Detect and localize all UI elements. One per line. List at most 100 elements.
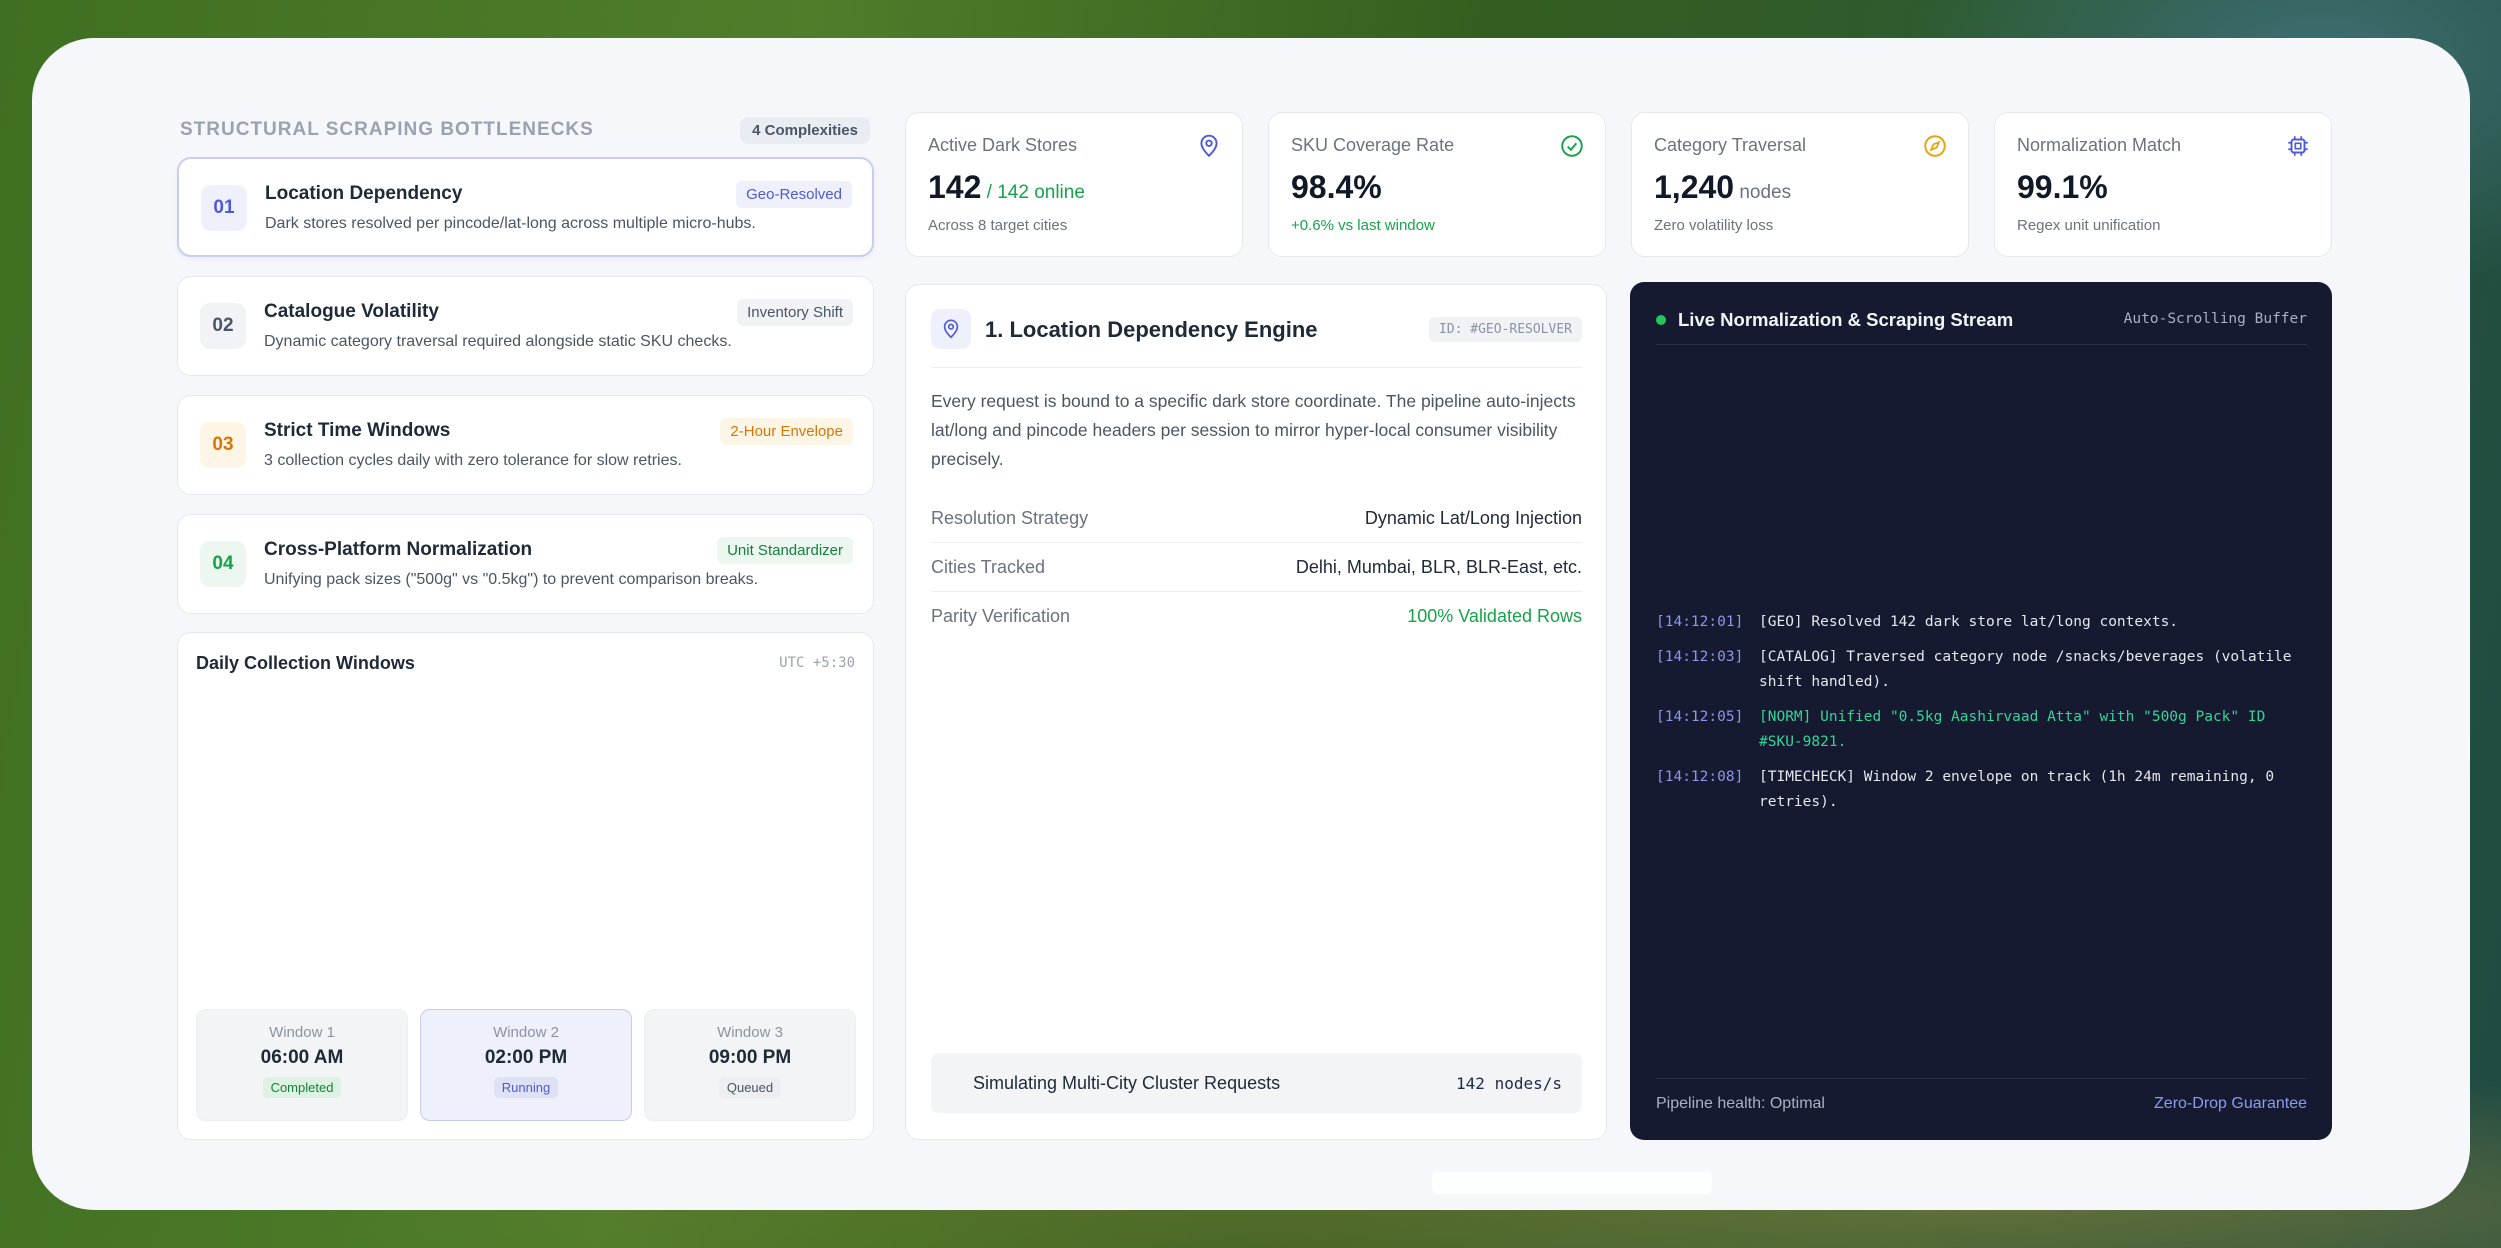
divider [1656, 344, 2307, 345]
window-label: Window 3 [717, 1024, 783, 1041]
stat-card-sku-coverage: SKU Coverage Rate 98.4% +0.6% vs last wi… [1268, 112, 1606, 257]
stream-buffer-label: Auto-Scrolling Buffer [2123, 311, 2307, 327]
daily-collection-title: Daily Collection Windows [196, 653, 415, 673]
log-list[interactable]: [14:12:01] [GEO] Resolved 142 dark store… [1656, 610, 2306, 825]
scraping-stream-panel: Live Normalization & Scraping Stream Aut… [1630, 282, 2332, 1140]
window-time: 09:00 PM [708, 1047, 792, 1068]
log-message: [GEO] Resolved 142 dark store lat/long c… [1759, 614, 2179, 630]
stat-card-normalization-match: Normalization Match 99.1% Regex unit uni… [1994, 112, 2332, 257]
chip-icon [2288, 136, 2308, 156]
bottleneck-tag: Inventory Shift [737, 299, 853, 326]
complexities-count-badge: 4 Complexities [740, 116, 870, 144]
collection-window-2[interactable]: Window 2 02:00 PM Running [420, 1009, 632, 1121]
row-value: 100% Validated Rows [1407, 606, 1582, 626]
stat-value: 1,240 [1654, 169, 1735, 205]
log-timestamp: [14:12:03] [1656, 649, 1744, 665]
map-pin-icon [943, 319, 959, 339]
log-entry: [14:12:01] [GEO] Resolved 142 dark store… [1656, 610, 2306, 635]
bottleneck-tag: Geo-Resolved [736, 181, 852, 208]
log-message: [CATALOG] Traversed category node /snack… [1759, 649, 2292, 690]
stat-note: +0.6% vs last window [1291, 217, 1435, 234]
bottleneck-number: 04 [200, 541, 246, 587]
stat-note: Across 8 target cities [928, 217, 1068, 234]
bottleneck-desc: Dynamic category traversal required alon… [264, 333, 732, 350]
row-key: Resolution Strategy [931, 507, 1089, 528]
faint-placeholder [1432, 1172, 1712, 1194]
engine-title: 1. Location Dependency Engine [985, 317, 1318, 342]
stat-label: SKU Coverage Rate [1291, 135, 1455, 155]
daily-collection-card: Daily Collection Windows UTC +5:30 Windo… [177, 632, 874, 1140]
log-timestamp: [14:12:05] [1656, 709, 1744, 725]
bottleneck-title: Location Dependency [265, 183, 463, 204]
bottleneck-card-catalogue[interactable]: 02 Catalogue Volatility Dynamic category… [177, 276, 874, 376]
stream-title: Live Normalization & Scraping Stream [1678, 309, 2014, 330]
timezone-label: UTC +5:30 [779, 655, 855, 671]
bottleneck-number: 03 [200, 422, 246, 468]
stat-label: Category Traversal [1654, 135, 1807, 155]
log-message: [NORM] Unified "0.5kg Aashirvaad Atta" w… [1759, 709, 2266, 750]
bottleneck-desc: Unifying pack sizes ("500g" vs "0.5kg") … [264, 571, 759, 588]
window-status-badge: Running [493, 1077, 559, 1098]
engine-row-cities: Cities Tracked Delhi, Mumbai, BLR, BLR-E… [931, 543, 1582, 592]
stat-note: Zero volatility loss [1654, 217, 1774, 234]
log-entry: [14:12:05] [NORM] Unified "0.5kg Aashirv… [1656, 705, 2306, 755]
bottleneck-title: Catalogue Volatility [264, 301, 439, 322]
collection-window-1[interactable]: Window 1 06:00 AM Completed [196, 1009, 408, 1121]
bottleneck-tag: Unit Standardizer [717, 537, 853, 564]
stat-value-suffix: / 142 online [981, 182, 1085, 203]
window-time: 06:00 AM [260, 1047, 344, 1068]
bottleneck-card-normalization[interactable]: 04 Cross-Platform Normalization Unifying… [177, 514, 874, 614]
bottleneck-number: 02 [200, 303, 246, 349]
bottleneck-tag: 2-Hour Envelope [720, 418, 853, 445]
row-value: Dynamic Lat/Long Injection [1364, 507, 1582, 528]
location-engine-card: 1. Location Dependency Engine ID: #GEO-R… [905, 284, 1607, 1140]
simulation-bar: Simulating Multi-City Cluster Requests 1… [931, 1053, 1582, 1113]
bottleneck-card-location[interactable]: 01 Location Dependency Dark stores resol… [177, 157, 874, 257]
zero-drop-link[interactable]: Zero-Drop Guarantee [2154, 1095, 2307, 1113]
stat-value: 98.4% [1291, 169, 1382, 205]
bottleneck-desc: Dark stores resolved per pincode/lat-lon… [265, 215, 756, 232]
window-label: Window 1 [269, 1024, 335, 1041]
bottleneck-number: 01 [201, 185, 247, 231]
divider [1656, 1078, 2307, 1079]
bottleneck-title: Cross-Platform Normalization [264, 539, 533, 560]
stat-note: Regex unit unification [2017, 217, 2161, 234]
stat-value: 142 [928, 169, 982, 205]
log-entry: [14:12:08] [TIMECHECK] Window 2 envelope… [1656, 765, 2306, 815]
stat-label: Active Dark Stores [928, 135, 1078, 155]
window-time: 02:00 PM [484, 1047, 568, 1068]
bottleneck-card-time-windows[interactable]: 03 Strict Time Windows 3 collection cycl… [177, 395, 874, 495]
simulation-label: Simulating Multi-City Cluster Requests [973, 1072, 1281, 1093]
window-label: Window 2 [493, 1024, 559, 1041]
log-message: [TIMECHECK] Window 2 envelope on track (… [1759, 769, 2275, 810]
engine-icon-box [931, 309, 971, 349]
compass-icon [1924, 135, 1946, 157]
stat-card-category-traversal: Category Traversal 1,240 nodes Zero vola… [1631, 112, 1969, 257]
bottleneck-title: Strict Time Windows [264, 420, 451, 441]
bottleneck-desc: 3 collection cycles daily with zero tole… [264, 452, 682, 469]
stat-label: Normalization Match [2017, 135, 2182, 155]
engine-id-badge: ID: #GEO-RESOLVER [1428, 317, 1582, 342]
stat-value: 99.1% [2017, 169, 2108, 205]
log-timestamp: [14:12:08] [1656, 769, 1744, 785]
pipeline-health-label: Pipeline health: Optimal [1656, 1095, 1825, 1112]
engine-row-parity: Parity Verification 100% Validated Rows [931, 592, 1582, 641]
engine-row-resolution: Resolution Strategy Dynamic Lat/Long Inj… [931, 494, 1582, 543]
stat-card-dark-stores: Active Dark Stores 142 / 142 online Acro… [905, 112, 1243, 257]
stat-value-suffix: nodes [1734, 182, 1792, 203]
collection-window-3[interactable]: Window 3 09:00 PM Queued [644, 1009, 856, 1121]
engine-description: Every request is bound to a specific dar… [931, 391, 1576, 469]
check-circle-icon [1561, 135, 1583, 157]
bottlenecks-title: STRUCTURAL SCRAPING BOTTLENECKS [180, 119, 594, 140]
log-entry: [14:12:03] [CATALOG] Traversed category … [1656, 645, 2306, 695]
window-status-badge: Queued [718, 1077, 782, 1098]
divider [931, 367, 1582, 368]
live-status-dot [1656, 315, 1666, 325]
log-timestamp: [14:12:01] [1656, 614, 1744, 630]
map-pin-icon [1200, 134, 1218, 158]
window-status-badge: Completed [262, 1077, 342, 1098]
bottlenecks-header: STRUCTURAL SCRAPING BOTTLENECKS 4 Comple… [180, 114, 870, 146]
row-key: Parity Verification [931, 606, 1071, 626]
row-value: Delhi, Mumbai, BLR, BLR-East, etc. [1295, 556, 1582, 577]
simulation-rate: 142 nodes/s [1456, 1073, 1562, 1093]
